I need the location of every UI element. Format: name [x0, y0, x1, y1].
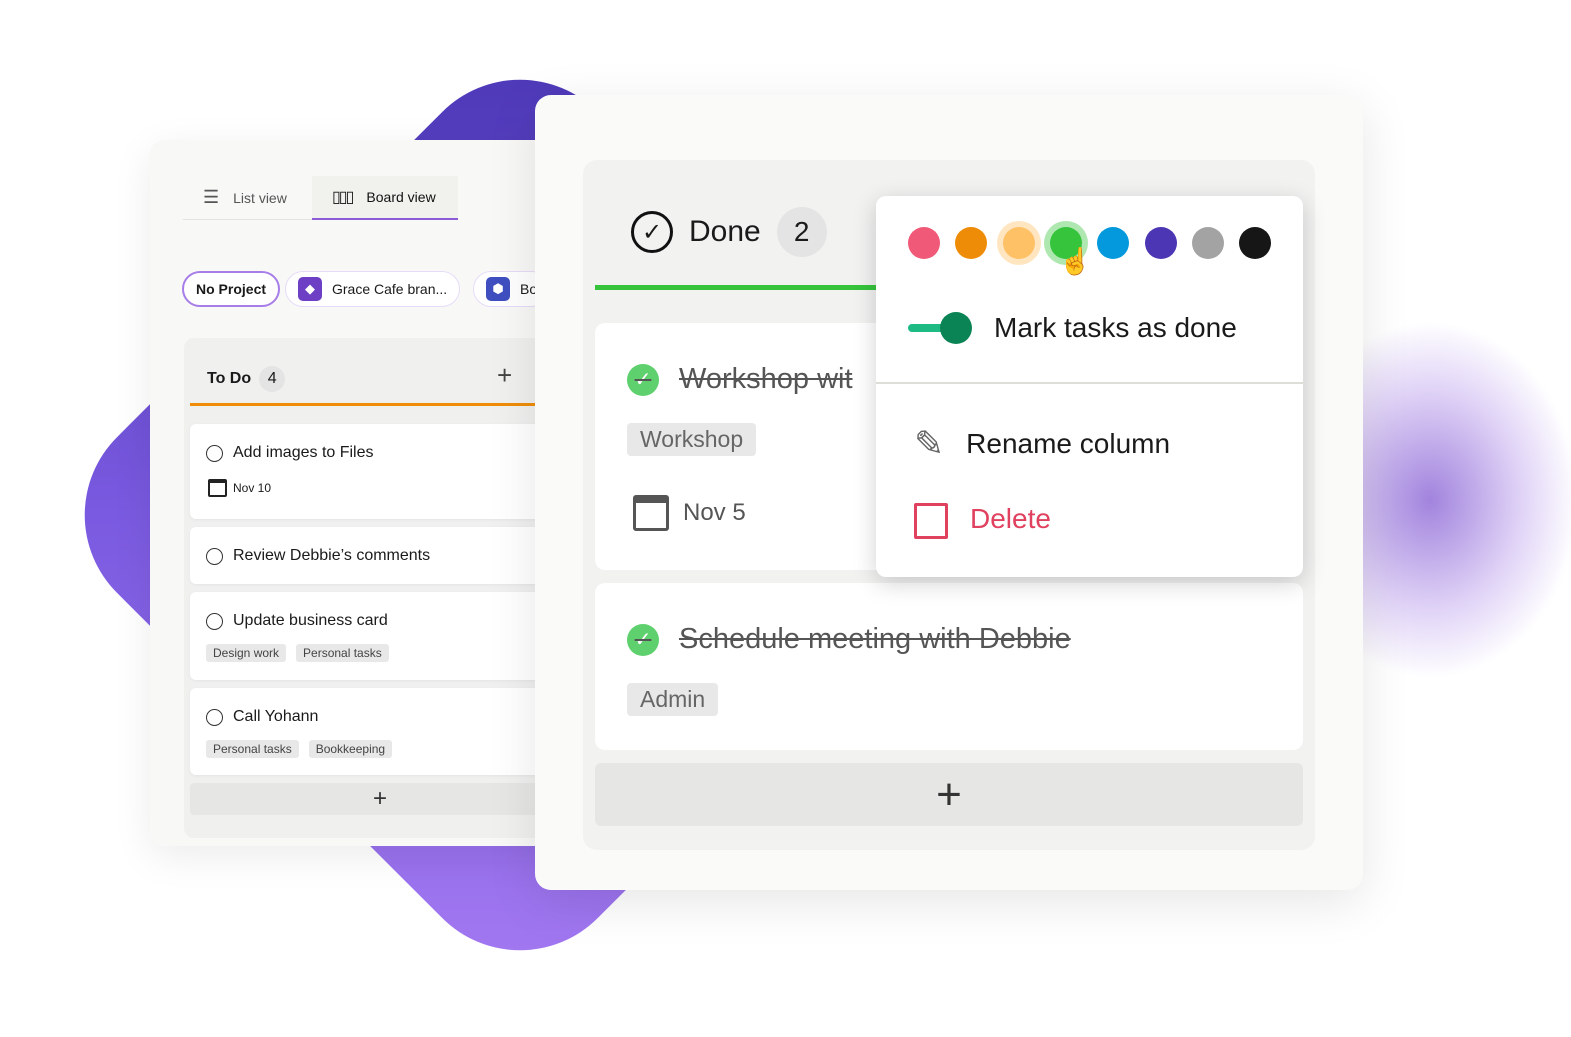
pencil-icon: ✎	[914, 423, 945, 464]
column-title: Done	[689, 215, 761, 248]
tag: Personal tasks	[206, 740, 299, 758]
task-card[interactable]: Update business card Design work Personal…	[190, 592, 560, 680]
rename-column-item[interactable]: ✎ Rename column	[914, 423, 1170, 465]
project-chip-grace-cafe[interactable]: ◆ Grace Cafe bran...	[285, 271, 461, 307]
color-swatch[interactable]	[1002, 227, 1035, 259]
diamond-icon: ◆	[298, 277, 322, 301]
checked-icon[interactable]: ✓	[627, 363, 659, 396]
color-swatch[interactable]	[908, 227, 940, 259]
menu-label: Rename column	[966, 428, 1171, 459]
task-card[interactable]: ✓ Schedule meeting with Debbie Admin	[595, 583, 1303, 750]
mark-done-toggle[interactable]: Mark tasks as done	[908, 312, 1237, 344]
task-card[interactable]: Call Yohann Personal tasks Bookkeeping	[190, 688, 560, 775]
checkbox[interactable]	[206, 547, 223, 565]
column-count: 2	[776, 207, 827, 257]
add-card-button[interactable]: +	[190, 783, 560, 815]
check-circle-icon: ✓	[631, 211, 673, 253]
tab-list-view[interactable]: ☰ List view	[183, 176, 312, 220]
hexagon-icon: ⬢	[486, 277, 510, 301]
column-title: To Do	[207, 370, 252, 387]
chip-label: No Project	[196, 281, 267, 297]
add-card-button[interactable]: +	[595, 763, 1303, 826]
board-icon: ▯▯▯	[332, 189, 354, 206]
toggle-label: Mark tasks as done	[994, 312, 1237, 343]
menu-label: Delete	[970, 503, 1051, 534]
task-title: Review Debbie’s comments	[233, 547, 431, 564]
task-title: Add images to Files	[233, 444, 374, 461]
color-swatch[interactable]	[1191, 227, 1224, 259]
column-accent-line	[190, 403, 560, 406]
add-task-plus-icon[interactable]: +	[497, 360, 512, 391]
tag: Workshop	[627, 423, 757, 456]
tag: Personal tasks	[296, 644, 389, 662]
task-card[interactable]: Review Debbie’s comments	[190, 527, 560, 584]
task-title: Schedule meeting with Debbie	[679, 623, 1071, 655]
task-title: Workshop wit	[679, 363, 853, 395]
color-swatch[interactable]	[1144, 227, 1177, 259]
checkbox[interactable]	[206, 708, 223, 726]
task-card[interactable]: Add images to Files Nov 10	[190, 424, 560, 519]
project-chip-no-project[interactable]: No Project	[182, 271, 281, 307]
chip-label: Grace Cafe bran...	[332, 281, 448, 297]
color-swatch[interactable]	[955, 227, 988, 259]
tab-label: Board view	[366, 189, 436, 205]
tag: Bookkeeping	[308, 740, 393, 758]
color-swatch[interactable]	[1239, 227, 1272, 259]
checkbox[interactable]	[206, 444, 223, 462]
trash-icon	[914, 503, 948, 539]
list-icon: ☰	[203, 187, 220, 207]
column-options-menu: ☝ Mark tasks as done ✎ Rename column Del…	[876, 196, 1303, 577]
checkbox[interactable]	[206, 612, 223, 630]
tag: Admin	[627, 683, 719, 716]
calendar-icon	[633, 495, 669, 531]
column-count: 4	[259, 366, 286, 392]
due-date: Nov 10	[233, 481, 272, 495]
calendar-icon	[208, 479, 227, 497]
toggle-switch[interactable]	[908, 312, 972, 344]
color-swatch[interactable]	[1097, 227, 1130, 259]
board-panel-back: ☰ List view ▯▯▯ Board view No Project ◆ …	[150, 140, 560, 846]
column-accent-line	[595, 285, 885, 290]
tag: Design work	[206, 644, 287, 662]
tab-label: List view	[233, 189, 287, 206]
tab-board-view[interactable]: ▯▯▯ Board view	[312, 176, 458, 220]
delete-item[interactable]: Delete	[914, 501, 1051, 539]
task-title: Update business card	[233, 612, 388, 629]
hand-cursor-icon: ☝	[1059, 246, 1092, 276]
due-date: Nov 5	[683, 499, 746, 526]
task-title: Call Yohann	[233, 708, 319, 725]
divider	[876, 382, 1303, 384]
checked-icon[interactable]: ✓	[627, 623, 659, 656]
